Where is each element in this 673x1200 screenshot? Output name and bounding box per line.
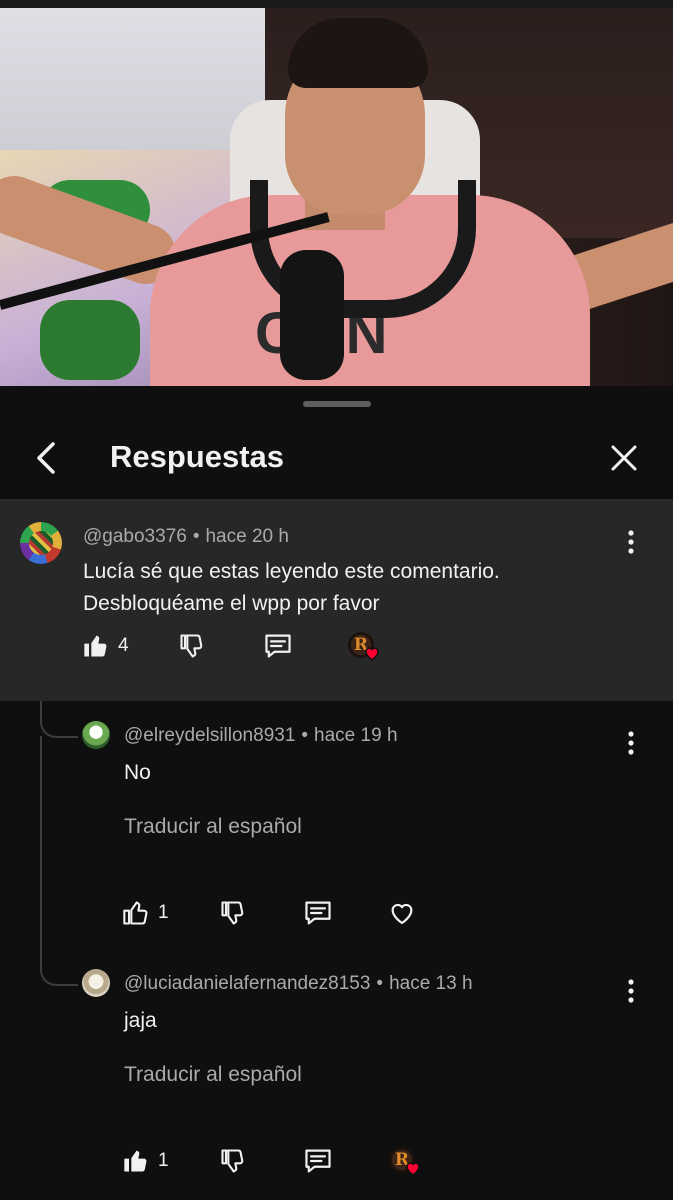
video-frame-plush bbox=[40, 300, 140, 380]
reply-icon bbox=[305, 1149, 331, 1173]
meta-separator: • bbox=[301, 725, 309, 746]
parent-comment: @gabo3376 • hace 20 h Lucía sé que estas l… bbox=[0, 500, 673, 701]
video-player[interactable]: CVIN bbox=[0, 0, 673, 386]
reply-icon bbox=[265, 634, 291, 658]
more-options-button[interactable] bbox=[616, 971, 646, 1011]
thumbs-down-icon bbox=[221, 901, 244, 925]
video-frame-microphone bbox=[280, 250, 344, 380]
comment-author[interactable]: @gabo3376 bbox=[83, 526, 187, 547]
comment-time: hace 13 h bbox=[389, 973, 473, 994]
avatar[interactable] bbox=[20, 522, 62, 564]
dislike-button[interactable] bbox=[178, 626, 206, 666]
comment-text: No bbox=[124, 761, 151, 784]
comment-actions: 1 bbox=[0, 893, 673, 933]
meta-separator: • bbox=[192, 526, 200, 547]
reply-comment: @luciadanielafernandez8153 • hace 13 h jaj… bbox=[0, 949, 673, 1200]
status-strip bbox=[0, 0, 673, 8]
heart-button[interactable] bbox=[387, 893, 417, 933]
creator-heart-badge[interactable]: R bbox=[348, 626, 388, 666]
thumbs-up-icon bbox=[124, 1150, 147, 1172]
replies-sheet: Respuestas @gabo3376 • hace 20 h Lucía sé … bbox=[0, 386, 673, 1200]
comment-meta: @luciadanielafernandez8153 • hace 13 h bbox=[124, 973, 473, 995]
heart-icon bbox=[391, 903, 413, 925]
comment-time: hace 20 h bbox=[205, 526, 289, 547]
more-options-button[interactable] bbox=[616, 723, 646, 763]
comment-text: jaja bbox=[124, 1009, 157, 1032]
close-icon bbox=[611, 445, 637, 471]
translate-link[interactable]: Traducir al español bbox=[124, 815, 302, 839]
more-options-button[interactable] bbox=[616, 522, 646, 562]
more-vert-icon bbox=[628, 979, 634, 1003]
comment-meta: @elreydelsillon8931 • hace 19 h bbox=[124, 725, 398, 747]
comment-author[interactable]: @luciadanielafernandez8153 bbox=[124, 973, 370, 994]
creator-heart-badge[interactable]: R bbox=[389, 1141, 429, 1181]
like-count: 1 bbox=[158, 1150, 169, 1171]
comment-actions: 4 R bbox=[0, 626, 673, 666]
back-arrow-icon bbox=[37, 442, 55, 474]
page-title: Respuestas bbox=[110, 439, 285, 474]
drag-handle[interactable] bbox=[303, 401, 371, 407]
comment-text: Lucía sé que estas leyendo este comentar… bbox=[83, 560, 500, 615]
comment-time: hace 19 h bbox=[314, 725, 398, 746]
translate-link[interactable]: Traducir al español bbox=[124, 1063, 302, 1087]
comment-actions: 1 R bbox=[0, 1141, 673, 1181]
like-button[interactable]: 1 bbox=[122, 1141, 169, 1181]
reply-button[interactable] bbox=[263, 626, 293, 666]
replies-header: Respuestas bbox=[0, 416, 673, 500]
video-frame-hair bbox=[288, 18, 428, 88]
reply-button[interactable] bbox=[303, 893, 333, 933]
dislike-button[interactable] bbox=[219, 893, 247, 933]
more-vert-icon bbox=[628, 530, 634, 554]
meta-separator: • bbox=[376, 973, 384, 994]
dislike-button[interactable] bbox=[219, 1141, 247, 1181]
avatar[interactable] bbox=[82, 969, 110, 997]
like-button[interactable]: 1 bbox=[122, 893, 169, 933]
reply-button[interactable] bbox=[303, 1141, 333, 1181]
reply-icon bbox=[305, 901, 331, 925]
like-count: 1 bbox=[158, 902, 169, 923]
thumbs-down-icon bbox=[221, 1149, 244, 1173]
heart-icon bbox=[406, 1162, 420, 1176]
comment-meta: @gabo3376 • hace 20 h bbox=[83, 526, 289, 548]
reply-comment: @elreydelsillon8931 • hace 19 h No Traduci… bbox=[0, 701, 673, 949]
heart-icon bbox=[365, 647, 379, 661]
more-vert-icon bbox=[628, 731, 634, 755]
like-button[interactable]: 4 bbox=[82, 626, 129, 666]
back-button[interactable] bbox=[24, 436, 68, 480]
like-count: 4 bbox=[118, 635, 129, 656]
thumbs-down-icon bbox=[180, 634, 203, 658]
comment-author[interactable]: @elreydelsillon8931 bbox=[124, 725, 295, 746]
close-button[interactable] bbox=[602, 436, 646, 480]
avatar[interactable] bbox=[82, 721, 110, 749]
thumbs-up-icon bbox=[84, 635, 107, 657]
thumbs-up-icon bbox=[123, 901, 148, 925]
